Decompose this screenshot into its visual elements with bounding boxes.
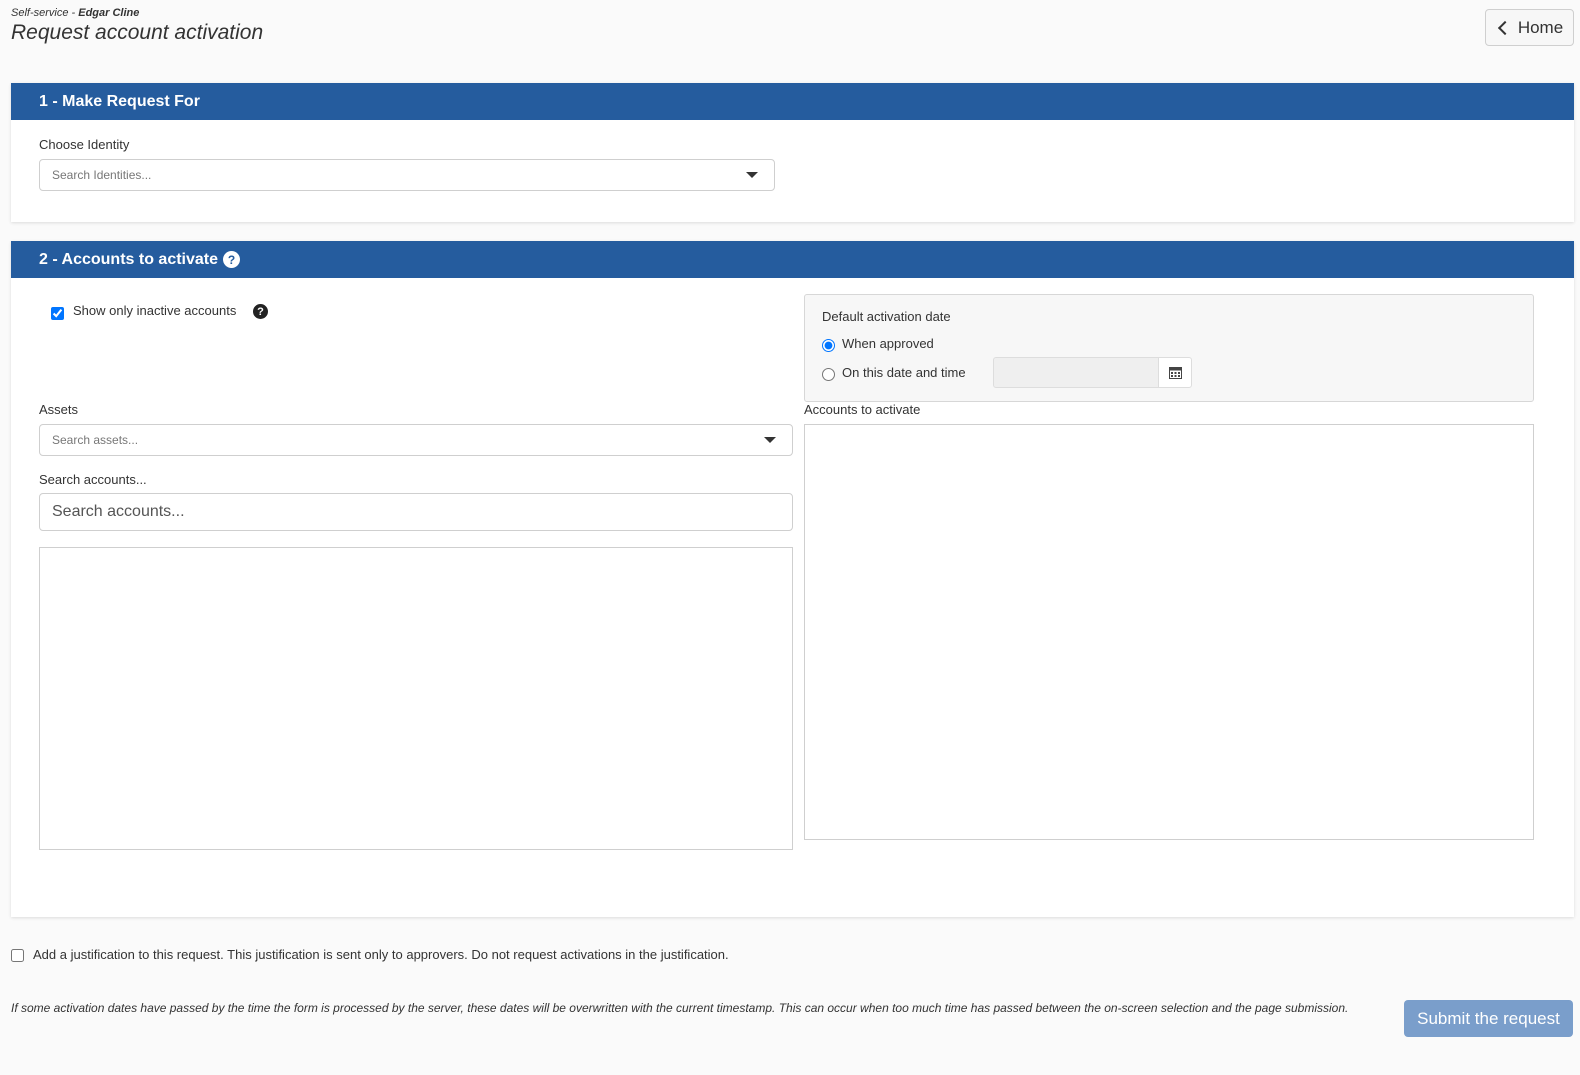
accounts-panel: 2 - Accounts to activate ? Show only ina… xyxy=(11,241,1574,917)
section1-title: 1 - Make Request For xyxy=(39,92,200,110)
accounts-to-activate-label: Accounts to activate xyxy=(804,402,921,417)
identity-select-placeholder: Search Identities... xyxy=(52,168,152,182)
activation-date-input[interactable] xyxy=(993,357,1159,388)
breadcrumb: Self-service - Edgar Cline xyxy=(11,7,263,19)
chevron-left-icon xyxy=(1497,20,1512,35)
identity-select[interactable]: Search Identities... xyxy=(39,159,775,191)
assets-select[interactable]: Search assets... xyxy=(39,424,793,456)
search-accounts-placeholder: Search accounts... xyxy=(52,503,185,520)
page-title: Request account activation xyxy=(11,21,264,44)
section2-title: 2 - Accounts to activate xyxy=(39,250,219,268)
make-request-panel: 1 - Make Request For Choose Identity Sea… xyxy=(11,83,1574,222)
when-approved-radio[interactable] xyxy=(822,339,835,352)
available-accounts-list[interactable] xyxy=(39,547,793,850)
caret-down-icon xyxy=(746,172,758,178)
show-inactive-label: Show only inactive accounts xyxy=(73,303,237,318)
justification-checkbox[interactable] xyxy=(11,949,24,962)
calendar-icon xyxy=(1168,367,1182,379)
calendar-button[interactable] xyxy=(1158,357,1192,388)
search-accounts-input[interactable]: Search accounts... xyxy=(39,493,793,531)
page-header: Self-service - Edgar Cline Request accou… xyxy=(11,7,263,45)
search-accounts-label: Search accounts... xyxy=(39,472,147,487)
help-icon[interactable]: ? xyxy=(223,251,241,268)
accounts-to-activate-list[interactable] xyxy=(804,424,1534,840)
assets-select-placeholder: Search assets... xyxy=(52,433,139,447)
home-button-label: Home xyxy=(1517,17,1564,37)
timestamp-note: If some activation dates have passed by … xyxy=(11,1001,1349,1015)
breadcrumb-prefix: Self-service - xyxy=(11,7,76,19)
assets-label: Assets xyxy=(39,402,79,417)
default-activation-date-box: Default activation date When approved On… xyxy=(804,294,1534,402)
caret-down-icon xyxy=(764,437,776,443)
breadcrumb-user: Edgar Cline xyxy=(78,7,140,19)
help-icon[interactable]: ? xyxy=(253,304,268,319)
on-date-radio[interactable] xyxy=(822,368,835,381)
home-button[interactable]: Home xyxy=(1485,9,1574,46)
choose-identity-label: Choose Identity xyxy=(39,137,130,152)
show-inactive-checkbox[interactable] xyxy=(51,307,64,320)
section1-header: 1 - Make Request For xyxy=(11,83,1574,120)
on-date-label: On this date and time xyxy=(842,365,966,380)
default-date-title: Default activation date xyxy=(822,309,951,324)
section2-header: 2 - Accounts to activate ? xyxy=(11,241,1574,278)
justification-label: Add a justification to this request. Thi… xyxy=(33,947,729,962)
submit-request-button[interactable]: Submit the request xyxy=(1404,1000,1573,1037)
when-approved-label: When approved xyxy=(842,336,934,351)
